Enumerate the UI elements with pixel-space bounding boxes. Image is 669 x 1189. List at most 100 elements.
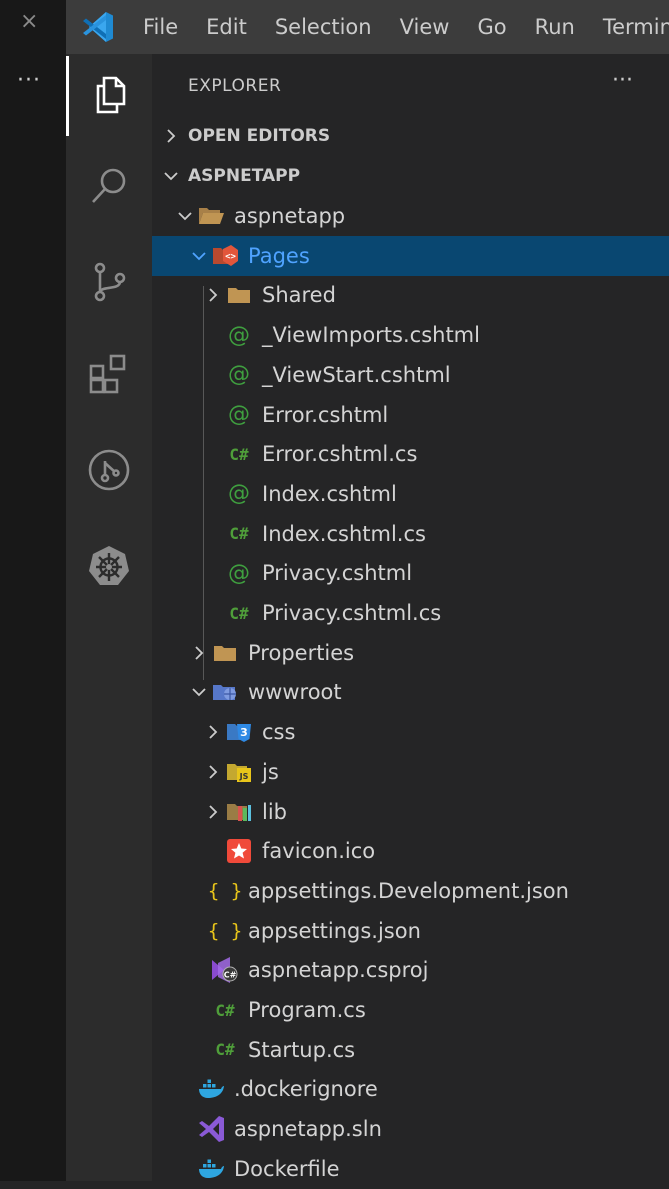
tree-folder[interactable]: <> Pages (152, 235, 669, 276)
csharp-icon: C# (229, 444, 249, 464)
tree-item-label: aspnetapp.sln (234, 1117, 382, 1142)
remote-icon (87, 448, 131, 496)
folder-open-icon (196, 205, 226, 227)
more-actions-icon[interactable]: ··· (612, 68, 633, 93)
menu-bar: File Edit Selection View Go Run Termin (143, 0, 669, 54)
tree-item-label: _ViewImports.cshtml (262, 323, 480, 348)
tree-file[interactable]: C# aspnetapp.csproj (152, 950, 669, 990)
tree-item-label: lib (262, 799, 287, 824)
kubernetes-activity[interactable] (66, 528, 152, 608)
tree-item-label: wwwroot (248, 680, 342, 705)
search-activity[interactable] (66, 148, 152, 228)
chevron-down-icon (188, 686, 210, 698)
left-strip: × ··· (0, 0, 66, 1181)
tree-file[interactable]: favicon.ico (152, 831, 669, 871)
chevron-right-icon (188, 645, 210, 661)
tree-folder[interactable]: Shared (152, 275, 669, 315)
tree-folder[interactable]: aspnetapp (152, 196, 669, 236)
tree-folder[interactable]: JS js (152, 752, 669, 792)
tree-item-label: .dockerignore (234, 1077, 378, 1102)
tree-file[interactable]: @ Error.cshtml (152, 395, 669, 435)
tree-item-label: Properties (248, 640, 355, 665)
www-folder-icon (210, 681, 240, 703)
menu-view[interactable]: View (400, 15, 450, 39)
menu-run[interactable]: Run (535, 15, 575, 39)
tree-item-label: Error.cshtml.cs (262, 442, 418, 467)
search-icon (87, 164, 131, 212)
tree-file[interactable]: @ _ViewImports.cshtml (152, 315, 669, 355)
tree-file[interactable]: { } appsettings.json (152, 911, 669, 951)
lib-folder-icon (224, 800, 254, 824)
chevron-right-icon (160, 128, 182, 144)
razor-icon: @ (228, 402, 250, 427)
tree-item-label: appsettings.Development.json (248, 878, 569, 903)
csproj-icon: C# (210, 957, 240, 984)
open-editors-section[interactable]: OPEN EDITORS (152, 116, 669, 156)
chevron-right-icon (202, 804, 224, 820)
tree-file[interactable]: C# Startup.cs (152, 1030, 669, 1070)
css-folder-icon: 3 (224, 720, 254, 744)
tree-item-label: Startup.cs (248, 1037, 356, 1062)
chevron-right-icon (202, 287, 224, 303)
tree-file[interactable]: C# Index.cshtml.cs (152, 514, 669, 554)
tree-file[interactable]: C# Program.cs (152, 990, 669, 1030)
tree-item-label: Privacy.cshtml.cs (262, 601, 442, 625)
razor-icon: @ (228, 481, 250, 507)
tree-folder[interactable]: lib (152, 792, 669, 832)
tree-item-label: css (262, 720, 296, 745)
tree-item-label: Shared (262, 283, 336, 308)
menu-edit[interactable]: Edit (206, 15, 247, 39)
menu-selection[interactable]: Selection (275, 15, 372, 39)
tree-file[interactable]: @ _ViewStart.cshtml (152, 355, 669, 395)
tree-folder[interactable]: 3 css (152, 712, 669, 752)
js-folder-icon: JS (224, 760, 254, 784)
explorer-icon (89, 72, 133, 120)
explorer-title: EXPLORER (188, 76, 282, 96)
tree-folder[interactable]: wwwroot (152, 672, 669, 712)
svg-text:C#: C# (224, 971, 237, 980)
source-control-icon (87, 260, 131, 308)
tree-item-label: Pages (248, 243, 310, 268)
remote-activity[interactable] (66, 432, 152, 512)
tree-file[interactable]: C# Error.cshtml.cs (152, 434, 669, 474)
tree-file[interactable]: aspnetapp.sln (152, 1109, 669, 1149)
source-control-activity[interactable] (66, 244, 152, 324)
tree-folder[interactable]: Properties (152, 633, 669, 673)
chevron-down-icon (160, 170, 182, 182)
favicon-icon (224, 838, 254, 864)
razor-icon: @ (228, 322, 250, 348)
docker-icon (196, 1078, 226, 1100)
more-icon[interactable]: ··· (17, 68, 41, 93)
tree-item-label: Index.cshtml (262, 481, 397, 506)
pages-folder-icon: <> (210, 244, 240, 268)
close-icon[interactable]: × (20, 9, 38, 34)
activity-bar (66, 54, 152, 1181)
tree-item-label: appsettings.json (248, 918, 421, 943)
csharp-icon: C# (229, 524, 249, 544)
tree-file[interactable]: .dockerignore (152, 1069, 669, 1109)
tree-file[interactable]: Dockerfile (152, 1149, 669, 1189)
menu-file[interactable]: File (143, 15, 178, 39)
menu-terminal[interactable]: Termin (603, 15, 669, 39)
sln-icon (196, 1115, 226, 1143)
tree-file[interactable]: @ Index.cshtml (152, 474, 669, 514)
svg-text:JS: JS (239, 772, 249, 781)
tree-file[interactable]: C# Privacy.cshtml.cs (152, 593, 669, 633)
project-section[interactable]: ASPNETAPP (152, 156, 669, 196)
docker-icon (196, 1158, 226, 1180)
kubernetes-icon (86, 543, 132, 593)
razor-icon: @ (228, 362, 250, 388)
chevron-down-icon (188, 250, 210, 262)
vscode-logo-icon (81, 10, 115, 48)
menu-go[interactable]: Go (477, 15, 506, 39)
explorer-activity[interactable] (66, 56, 152, 136)
csharp-icon: C# (229, 603, 249, 623)
tree-file[interactable]: @ Privacy.cshtml (152, 553, 669, 593)
tree-item-label: js (262, 759, 279, 784)
explorer-sidebar: EXPLORER ··· OPEN EDITORS ASPNETAPP aspn… (152, 54, 669, 1181)
tree-file[interactable]: { } appsettings.Development.json (152, 871, 669, 911)
extensions-activity[interactable] (66, 336, 152, 416)
svg-text:3: 3 (240, 726, 248, 739)
razor-icon: @ (228, 560, 250, 586)
svg-text:<>: <> (225, 252, 236, 262)
